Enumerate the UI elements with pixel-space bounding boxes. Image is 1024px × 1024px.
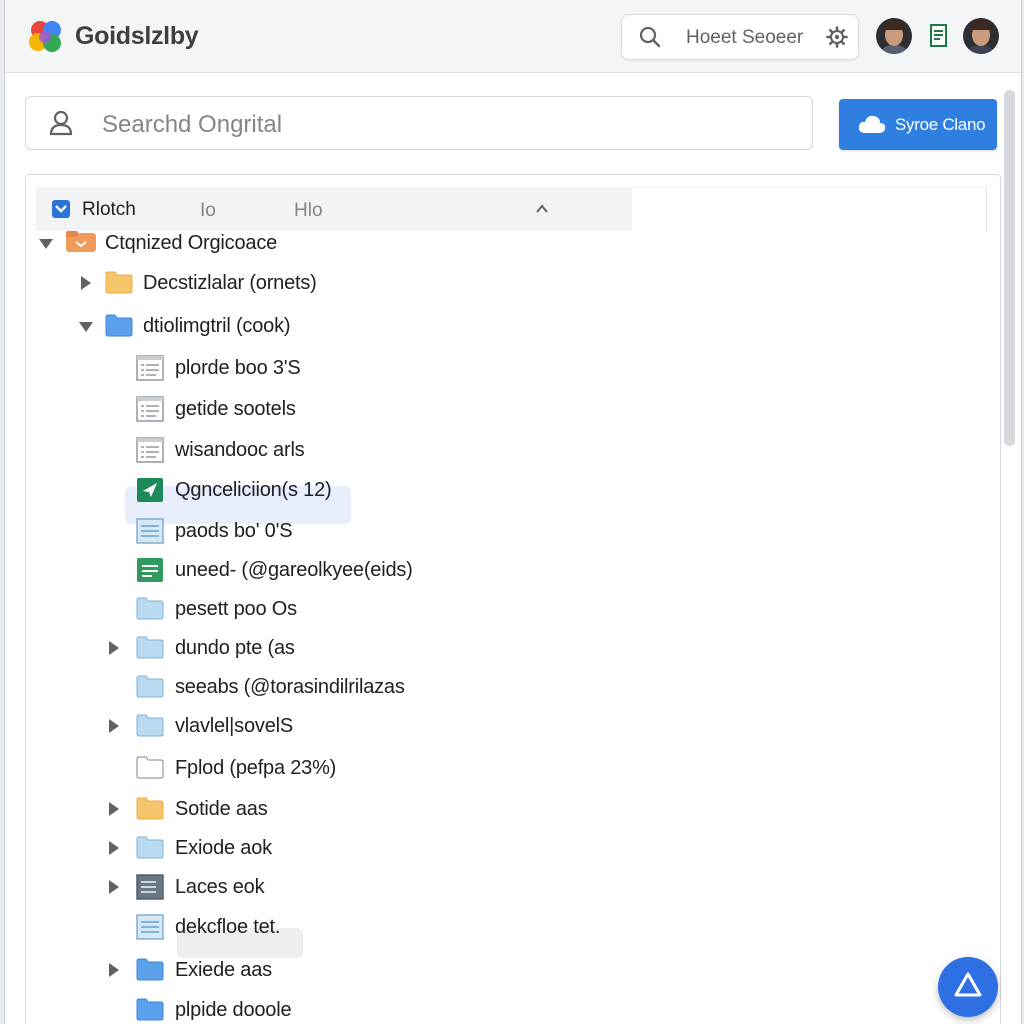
chevron-right-icon[interactable] (109, 880, 119, 894)
chevron-down-icon[interactable] (39, 239, 53, 249)
drive-triangle-icon (954, 972, 982, 997)
tree-item-label: Laces eok (175, 876, 265, 898)
user-avatar[interactable] (963, 18, 999, 54)
chevron-right-icon[interactable] (109, 802, 119, 816)
chevron-right-icon[interactable] (109, 719, 119, 733)
tree-folder-row[interactable]: Ctqnized Orgicoace (5, 228, 995, 258)
sort-arrow-icon[interactable] (534, 201, 550, 217)
drive-fab-button[interactable] (938, 957, 998, 1017)
folder-yellow-icon (105, 270, 133, 299)
folder-lightblue-icon (136, 674, 164, 703)
tree-folder-row[interactable]: plpide dooole (5, 995, 995, 1024)
tab-io[interactable]: Io (200, 200, 216, 222)
chevron-right-icon[interactable] (81, 276, 91, 290)
tree-item-label: Sotide aas (175, 798, 268, 820)
folder-yellow-icon (136, 796, 164, 825)
chevron-right-icon[interactable] (109, 963, 119, 977)
tree-folder-row[interactable]: vlavlel|sovelS (5, 711, 995, 741)
tree-item-label: uneed- (@gareolkyee(eids) (175, 559, 413, 581)
app-logo-icon (29, 21, 61, 52)
tree-folder-row[interactable]: dundo pte (as (5, 633, 995, 663)
sync-button-label: Syroe Clano (895, 115, 986, 134)
tree-item-label: plpide dooole (175, 999, 292, 1021)
tree-item-label: seeabs (@torasindilrilazas (175, 676, 405, 698)
tree-folder-row[interactable]: Exiede aas (5, 955, 995, 985)
search-placeholder: Searchd Ongrital (102, 111, 283, 138)
tree-file-row[interactable]: Qgnceliciion(s 12) (5, 475, 995, 505)
folder-white-icon (136, 755, 164, 784)
tree-item-label: vlavlel|sovelS (175, 715, 294, 737)
tree-file-row[interactable]: getide sootels (5, 394, 995, 424)
avatar[interactable] (876, 18, 912, 54)
tree-item-label: dtiolimgtril (cook) (143, 315, 291, 337)
chevron-down-icon[interactable] (79, 322, 93, 332)
doc-lines-icon (136, 396, 164, 427)
app-brand: Goidslzlby (75, 22, 199, 50)
user-icon (49, 110, 73, 136)
scrollbar[interactable] (1004, 90, 1015, 446)
tree-item-label: Fplod (pefpa 23%) (175, 757, 337, 779)
doc-lines-icon (136, 355, 164, 386)
doc-lines-icon (136, 437, 164, 468)
tree-folder-row[interactable]: Exiode aok (5, 833, 995, 863)
tree-item-label: Exiode aok (175, 837, 272, 859)
tree-item-label: Ctqnized Orgicoace (105, 232, 278, 254)
tree-file-row[interactable]: uneed- (@gareolkyee(eids) (5, 555, 995, 585)
tab-folder-icon (52, 200, 70, 218)
gear-icon[interactable] (826, 26, 848, 48)
tree-file-row[interactable]: paods bo' 0'S (5, 516, 995, 546)
green-plane-icon (136, 477, 164, 508)
tree-folder-row[interactable]: pesett poo Os (5, 594, 995, 624)
tab-hlo[interactable]: Hlo (294, 200, 323, 222)
app-window: Goidslzlby Hoeet Seoeer Searchd Ongrital… (4, 0, 1022, 1024)
header-search-text: Hoeet Seoeer (686, 27, 804, 48)
tree-file-row[interactable]: plorde boo 3'S (5, 353, 995, 383)
document-icon[interactable] (929, 24, 949, 48)
tree-file-row[interactable]: Laces eok (5, 872, 995, 902)
folder-lightblue-icon (136, 835, 164, 864)
tree-item-label: dekcfloe tet. (175, 916, 281, 938)
tab-bar: Rlotch Io Hlo (36, 187, 632, 231)
tree-item-label: pesett poo Os (175, 598, 297, 620)
tree-item-label: plorde boo 3'S (175, 357, 301, 379)
tree-item-label: getide sootels (175, 398, 296, 420)
doc-blue-lines-icon (136, 914, 164, 945)
chevron-right-icon[interactable] (109, 841, 119, 855)
tab-bar-filler (632, 187, 987, 232)
folder-orange-icon (65, 230, 97, 259)
tree-item-label: Exiede aas (175, 959, 272, 981)
tree-file-row[interactable]: wisandooc arls (5, 435, 995, 465)
header-search[interactable]: Hoeet Seoeer (621, 14, 859, 60)
tree-file-row[interactable]: dekcfloe tet. (5, 912, 995, 942)
folder-blue-icon (105, 313, 133, 342)
chevron-right-icon[interactable] (109, 641, 119, 655)
folder-blue-icon (136, 957, 164, 986)
tree-item-label: Decstizlalar (ornets) (143, 272, 317, 294)
tree-item-label: wisandooc arls (175, 439, 305, 461)
tree-folder-row[interactable]: Decstizlalar (ornets) (5, 268, 995, 298)
app-header: Goidslzlby Hoeet Seoeer (5, 0, 1021, 73)
tab-rlotch[interactable]: Rlotch (82, 199, 136, 221)
search-input[interactable]: Searchd Ongrital (25, 96, 813, 150)
tree-folder-row[interactable]: Sotide aas (5, 794, 995, 824)
tree-folder-row[interactable]: dtiolimgtril (cook) (5, 311, 995, 341)
tree-folder-row[interactable]: seeabs (@torasindilrilazas (5, 672, 995, 702)
search-icon (639, 26, 661, 48)
folder-blue-icon (136, 997, 164, 1024)
folder-lightblue-icon (136, 596, 164, 625)
folder-lightblue-icon (136, 713, 164, 742)
tree-item-label: dundo pte (as (175, 637, 295, 659)
folder-lightblue-icon (136, 635, 164, 664)
doc-dark-icon (136, 874, 164, 905)
doc-blue-lines-icon (136, 518, 164, 549)
sync-button[interactable]: Syroe Clano (839, 99, 997, 150)
sheet-green-icon (136, 557, 164, 588)
tree-item-label: Qgnceliciion(s 12) (175, 479, 332, 501)
tree-folder-row[interactable]: Fplod (pefpa 23%) (5, 753, 995, 783)
cloud-icon (858, 115, 886, 133)
tree-item-label: paods bo' 0'S (175, 520, 293, 542)
